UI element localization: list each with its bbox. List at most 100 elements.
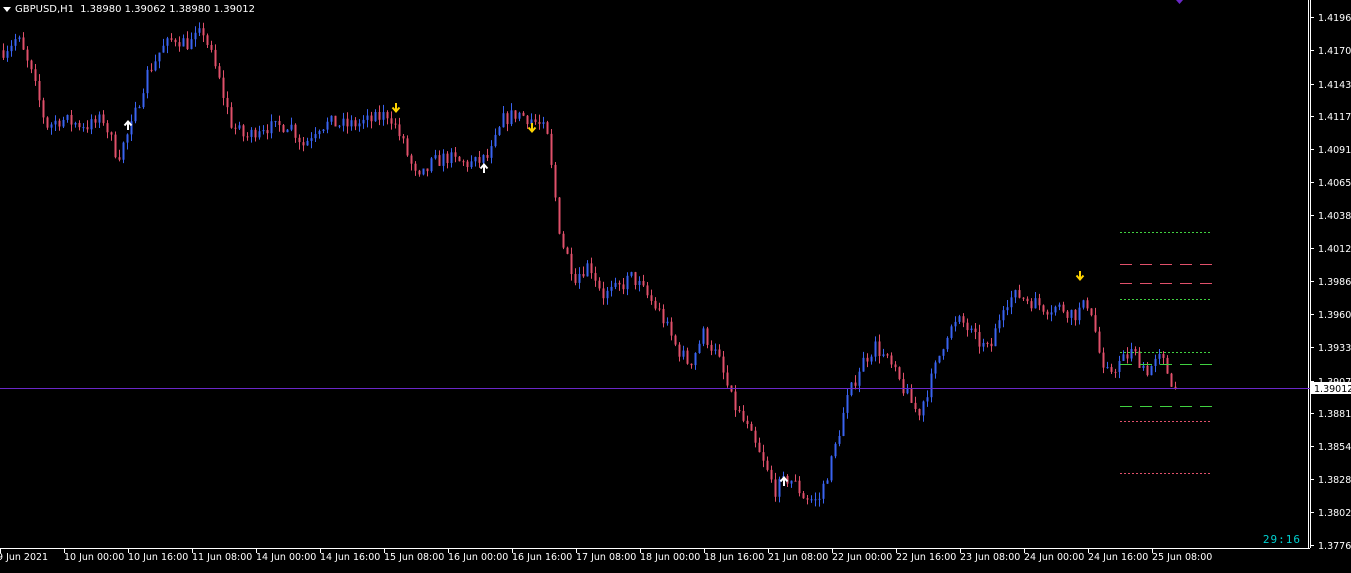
candle-body: [926, 397, 929, 402]
candle-body: [754, 430, 757, 443]
candle-body: [82, 127, 85, 129]
candle-body: [194, 32, 197, 40]
candle-body: [570, 253, 573, 275]
candle-body: [1018, 290, 1021, 298]
candle-body: [302, 142, 305, 146]
candle-body: [54, 120, 57, 125]
candle-body: [490, 146, 493, 158]
candle-body: [514, 110, 517, 119]
candle-body: [1114, 371, 1117, 373]
candle-body: [154, 61, 157, 71]
candle-body: [134, 107, 137, 122]
candle-body: [318, 131, 321, 135]
candle-body: [1042, 305, 1045, 312]
candle-body: [886, 354, 889, 356]
candle-body: [842, 412, 845, 436]
candle-body: [734, 391, 737, 411]
candle-body: [246, 136, 249, 138]
candle-body: [322, 129, 325, 132]
candle-body: [354, 120, 357, 127]
candle-body: [758, 442, 761, 453]
candle-body: [1146, 365, 1149, 376]
shift-marker-icon[interactable]: [1176, 0, 1183, 4]
candle-body: [690, 363, 693, 366]
candle-body: [1038, 298, 1041, 306]
candle-body: [474, 157, 477, 162]
candle-body: [938, 355, 941, 363]
chart-window[interactable]: 1.41965 1.41700 1.41435 1.41175 1.40910 1.406…: [0, 0, 1351, 569]
candle-body: [742, 410, 745, 421]
candle-body: [1010, 297, 1013, 308]
candle-body: [366, 115, 369, 120]
candle-body: [802, 493, 805, 499]
candle-body: [10, 45, 13, 52]
candle-body: [678, 344, 681, 357]
candle-body: [34, 69, 37, 82]
candle-body: [982, 342, 985, 347]
candle-body: [470, 161, 473, 168]
candle-body: [1054, 306, 1057, 313]
candle-body: [510, 110, 513, 125]
time-tick-label: 14 Jun 16:00: [320, 552, 380, 563]
dropdown-triangle-icon[interactable]: [3, 6, 11, 12]
price-tick-label: 1.40385: [1318, 211, 1351, 222]
candle-body: [1002, 310, 1005, 321]
candle-body: [58, 120, 61, 127]
candle-body: [674, 335, 677, 345]
candle-body: [402, 136, 405, 139]
candle-body: [1174, 386, 1177, 389]
candle-body: [770, 469, 773, 480]
candle-body: [282, 125, 285, 133]
candle-body: [110, 132, 113, 135]
candle-body: [874, 341, 877, 357]
candle-body: [574, 274, 577, 283]
candle-body: [122, 142, 125, 160]
candle-body: [918, 408, 921, 416]
candle-body: [206, 35, 209, 45]
candle-body: [506, 113, 509, 125]
candle-body: [390, 118, 393, 124]
candle-body: [330, 115, 333, 122]
price-tick-label: 1.39860: [1318, 277, 1351, 288]
candle-body: [278, 121, 281, 126]
price-tick-label: 1.39335: [1318, 343, 1351, 354]
candle-body: [542, 122, 545, 124]
candle-body: [550, 133, 553, 165]
price-chart[interactable]: 1.41965 1.41700 1.41435 1.41175 1.40910 1.406…: [0, 0, 1351, 569]
candle-body: [838, 435, 841, 444]
candle-body: [146, 69, 149, 94]
candle-body: [1110, 367, 1113, 372]
candle-body: [702, 328, 705, 344]
candle-body: [1102, 352, 1105, 368]
candle-body: [686, 350, 689, 364]
candle-body: [1074, 309, 1077, 321]
candle-body: [138, 107, 141, 109]
candle-body: [682, 350, 685, 357]
candle-body: [482, 155, 485, 163]
candle-body: [934, 362, 937, 374]
candle-body: [694, 352, 697, 366]
price-tick-label: 1.41700: [1318, 46, 1351, 57]
candle-body: [646, 285, 649, 296]
candle-body: [710, 344, 713, 351]
candle-body: [818, 498, 821, 500]
candle-body: [594, 273, 597, 281]
candle-body: [186, 38, 189, 50]
candle-body: [50, 124, 53, 128]
candle-body: [62, 119, 65, 127]
time-tick-label: 18 Jun 16:00: [704, 552, 764, 563]
time-tick-label: 23 Jun 08:00: [960, 552, 1020, 563]
candle-body: [670, 321, 673, 336]
candle-body: [378, 112, 381, 120]
candle-body: [450, 152, 453, 164]
candle-body: [862, 357, 865, 372]
candle-body: [486, 155, 489, 158]
candle-body: [602, 288, 605, 299]
candle-body: [70, 114, 73, 125]
buy-arrow-up-icon: [123, 119, 133, 130]
candle-body: [798, 480, 801, 494]
candle-body: [30, 60, 33, 70]
candle-body: [654, 300, 657, 309]
candle-body: [18, 37, 21, 40]
candle-body: [814, 499, 817, 501]
